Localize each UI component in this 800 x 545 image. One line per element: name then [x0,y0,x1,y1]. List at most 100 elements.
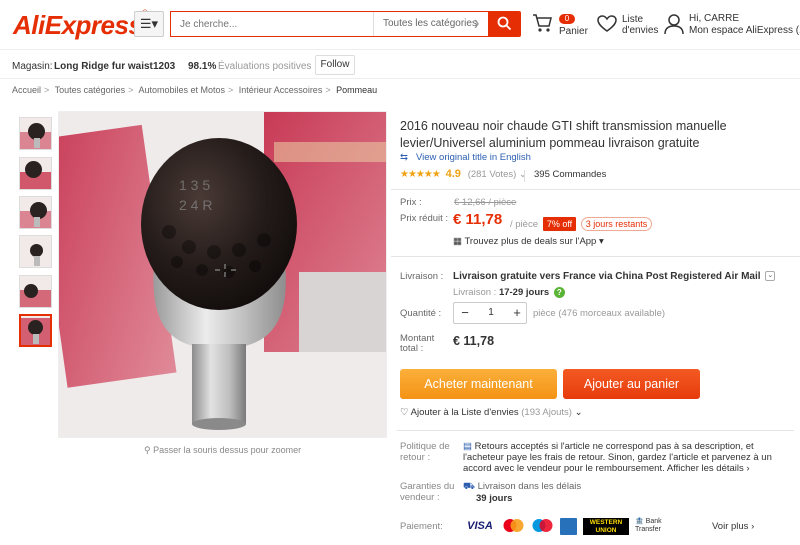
western-union-icon: WESTERN UNION [583,518,629,535]
breadcrumb-current: Pommeau [336,85,378,95]
quantity-available: pièce (476 morceaux available) [533,308,666,319]
category-select-label: Toutes les catégories [383,18,477,29]
svg-text:2 4 R: 2 4 R [179,197,212,213]
user-icon [664,14,684,35]
return-policy-text: ▤ Retours acceptés si l'article ne corre… [463,441,772,474]
return-policy-label: Politique de retour : [400,441,450,463]
buy-now-button[interactable]: Acheter maintenant [400,369,557,399]
sale-price: € 11,78 [453,211,503,228]
product-thumbnail[interactable] [19,157,52,190]
return-icon: ▤ [463,441,472,452]
total-label: Montant total : [400,333,435,354]
top-header: AliExpress® ☰▾ Toutes les catégories ❯ 0… [0,0,800,50]
product-title: 2016 nouveau noir chaude GTI shift trans… [400,119,727,150]
gear-knob-illustration: 1 3 5 2 4 R [59,112,386,437]
price-label: Prix : [400,197,422,208]
help-icon[interactable]: ? [553,287,565,298]
chevron-down-icon: ⌄ [518,169,527,180]
quantity-input[interactable]: 1 [476,303,506,323]
discount-badge: 7% off [543,217,576,231]
cart-count-badge: 0 [559,14,575,24]
account-menu[interactable]: Hi, CARRE Mon espace AliExpress (1) [664,13,800,39]
rating-score: 4.9 [445,168,461,180]
divider [391,189,800,190]
heart-icon: ♡ [400,407,409,418]
truck-icon: ⛟ [463,481,475,492]
quantity-stepper: − 1 + [453,302,527,324]
search-icon [497,16,512,31]
cart-icon [533,14,552,32]
wishlist-label: Liste d'envies [622,14,659,36]
visa-icon: VISA [467,520,493,532]
svg-text:1 3 5: 1 3 5 [179,177,210,193]
cart-button[interactable]: 0 Panier [532,13,592,39]
search-input[interactable] [171,12,371,36]
maestro-icon [531,518,554,535]
original-price: € 12,66 / pièce [454,197,517,208]
zoom-hint: ⚲ Passer la souris dessus pour zoomer [144,445,302,455]
search-bar: Toutes les catégories ❯ [170,11,488,37]
store-score: 1203 [153,61,176,72]
shipping-method-select[interactable]: Livraison gratuite vers France via China… [453,271,776,282]
mastercard-icon [502,518,525,535]
view-original-title-link[interactable]: ⇆ View original title in English [400,152,531,163]
chevron-down-icon: ⌄ [765,271,776,282]
main-product-image[interactable]: 1 3 5 2 4 R [58,111,387,438]
store-label: Magasin: [12,61,53,72]
rating-divider [524,170,525,182]
add-to-cart-button[interactable]: Ajouter au panier [563,369,700,399]
store-name[interactable]: Long Ridge fur waist [54,61,153,72]
category-select[interactable]: Toutes les catégories ❯ [373,12,489,36]
view-more-payment-link[interactable]: Voir plus › [712,521,754,532]
store-evaluations-link[interactable]: Évaluations positives ⌄ [218,61,323,72]
per-piece-label: / pièce [510,219,538,230]
product-thumbnail[interactable] [19,117,52,150]
heart-icon [597,15,617,32]
breadcrumb-item[interactable]: Automobiles et Motos [138,85,225,95]
bank-transfer-icon: 🏦 Bank Transfer [635,518,662,533]
breadcrumb-item[interactable]: Accueil [12,85,41,95]
wishlist-button[interactable]: Liste d'envies [597,13,659,39]
quantity-label: Quantité : [400,308,442,319]
product-thumbnail-active[interactable] [19,314,52,347]
order-count: 395 Commandes [534,169,607,180]
follow-button[interactable]: Follow [315,55,355,75]
details-link[interactable]: Afficher les détails › [667,463,750,474]
total-price: € 11,78 [453,334,495,348]
guarantee-days: 39 jours [476,493,513,504]
product-thumbnail[interactable] [19,235,52,268]
rating[interactable]: ★★★★★ 4.9 (281 Votes) ⌄ [400,168,527,180]
search-icon: ⚲ [144,445,151,455]
account-label: Mon espace AliExpress (1) [689,25,800,36]
shipping-label: Livraison : [400,271,444,282]
cart-label: Panier [559,26,588,37]
search-button[interactable] [488,11,521,37]
product-thumbnail[interactable] [19,275,52,308]
quantity-increase-button[interactable]: + [506,303,528,323]
sale-price-label: Prix réduit : [400,213,449,224]
divider [391,256,800,257]
store-bar: Magasin: Long Ridge fur waist 1203 98.1%… [0,52,800,79]
divider [397,430,794,431]
category-menu-button[interactable]: ☰▾ [134,11,164,37]
caret-down-icon: ▾ [599,236,604,247]
guarantee-label: Garanties du vendeur : [400,481,455,503]
aliexpress-logo[interactable]: AliExpress® [13,10,148,41]
breadcrumb-item[interactable]: Toutes catégories [55,85,126,95]
chevron-down-icon: ❯ [473,19,480,28]
hamburger-icon: ☰▾ [139,16,159,31]
qr-code-icon: ▦ [453,236,462,247]
chevron-down-icon: ⌄ [574,407,583,418]
breadcrumb-item[interactable]: Intérieur Accessoires [239,85,323,95]
days-left-badge: 3 jours restants [581,217,652,231]
translate-icon: ⇆ [400,152,408,163]
quantity-decrease-button[interactable]: − [454,303,476,323]
store-positive-rate: 98.1% [188,61,217,72]
payment-label: Paiement: [400,521,443,532]
app-deals-link[interactable]: ▦ Trouvez plus de deals sur l'App ▾ [453,236,604,247]
breadcrumb: Accueil > Toutes catégories > Automobiles … [12,85,378,95]
greeting-text: Hi, CARRE [689,13,740,24]
delivery-estimate: Livraison : 17-29 jours ? [453,287,565,298]
product-thumbnail[interactable] [19,196,52,229]
add-to-wishlist-link[interactable]: ♡ Ajouter à la Liste d'envies (193 Ajout… [400,407,583,418]
